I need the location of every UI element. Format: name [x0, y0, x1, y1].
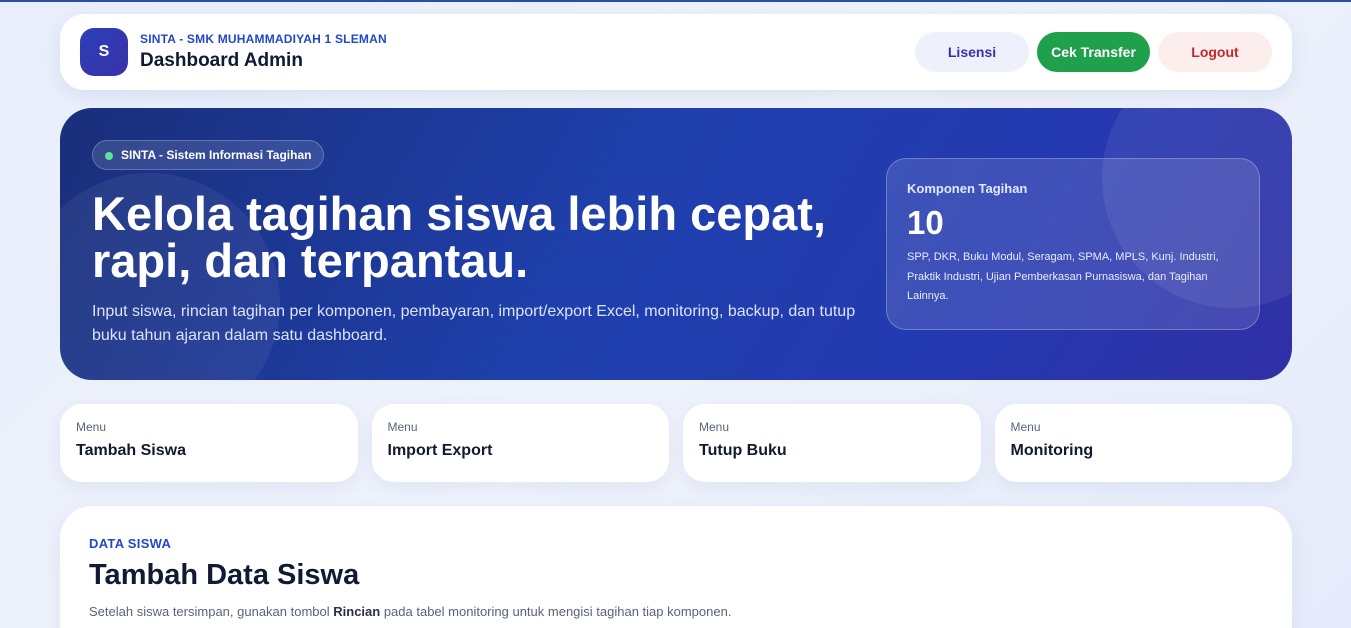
section-note: Setelah siswa tersimpan, gunakan tombol … — [89, 604, 1263, 619]
stat-description: SPP, DKR, Buku Modul, Seragam, SPMA, MPL… — [907, 251, 1219, 302]
menu-card-tutup-buku[interactable]: Menu Tutup Buku — [683, 404, 981, 482]
cek-transfer-button[interactable]: Cek Transfer — [1037, 32, 1150, 72]
section-eyebrow: DATA SISWA — [89, 536, 172, 551]
note-emphasis: Rincian — [333, 604, 381, 619]
menu-caption: Menu — [1010, 420, 1041, 434]
hero-badge: SINTA - Sistem Informasi Tagihan — [92, 140, 325, 170]
app-logo: S — [80, 28, 128, 76]
menu-label: Tutup Buku — [699, 442, 787, 459]
menu-grid: Menu Tambah Siswa Menu Import Export Men… — [60, 404, 1292, 482]
menu-label: Import Export — [387, 442, 493, 459]
menu-caption: Menu — [699, 420, 730, 434]
brand: SINTA - SMK MUHAMMADIYAH 1 SLEMAN Dashbo… — [140, 32, 387, 72]
school-name: SINTA - SMK MUHAMMADIYAH 1 SLEMAN — [140, 32, 387, 46]
stat-value: 10 — [907, 204, 944, 241]
status-dot-icon — [105, 152, 113, 160]
top-header: S SINTA - SMK MUHAMMADIYAH 1 SLEMAN Dash… — [60, 14, 1292, 90]
menu-label: Tambah Siswa — [76, 442, 186, 459]
menu-caption: Menu — [76, 420, 107, 434]
lisensi-button[interactable]: Lisensi — [915, 32, 1029, 72]
note-text: pada tabel monitoring untuk mengisi tagi… — [380, 604, 732, 619]
page-title: Dashboard Admin — [140, 50, 303, 71]
hero-headline-line: Kelola tagihan siswa lebih cepat, — [92, 187, 826, 240]
hero-headline-line: rapi, dan terpantau. — [92, 234, 529, 287]
hero-headline: Kelola tagihan siswa lebih cepat, rapi, … — [92, 190, 882, 284]
hero-banner: SINTA - Sistem Informasi Tagihan Kelola … — [60, 108, 1292, 380]
logout-button[interactable]: Logout — [1158, 32, 1272, 72]
data-siswa-section: DATA SISWA Tambah Data Siswa Setelah sis… — [60, 506, 1292, 628]
stat-card: Komponen Tagihan 10 SPP, DKR, Buku Modul… — [886, 158, 1260, 330]
stat-label: Komponen Tagihan — [907, 181, 1028, 196]
section-heading: Tambah Data Siswa — [89, 559, 360, 591]
hero-badge-label: SINTA - Sistem Informasi Tagihan — [121, 148, 312, 162]
note-text: Setelah siswa tersimpan, gunakan tombol — [89, 604, 334, 619]
menu-label: Monitoring — [1010, 442, 1094, 459]
menu-card-import-export[interactable]: Menu Import Export — [371, 404, 669, 482]
header-actions: Lisensi Cek Transfer Logout — [915, 32, 1272, 72]
menu-caption: Menu — [387, 420, 418, 434]
menu-card-tambah-siswa[interactable]: Menu Tambah Siswa — [60, 404, 358, 482]
menu-card-monitoring[interactable]: Menu Monitoring — [994, 404, 1292, 482]
hero-lead: Input siswa, rincian tagihan per kompone… — [92, 303, 856, 344]
